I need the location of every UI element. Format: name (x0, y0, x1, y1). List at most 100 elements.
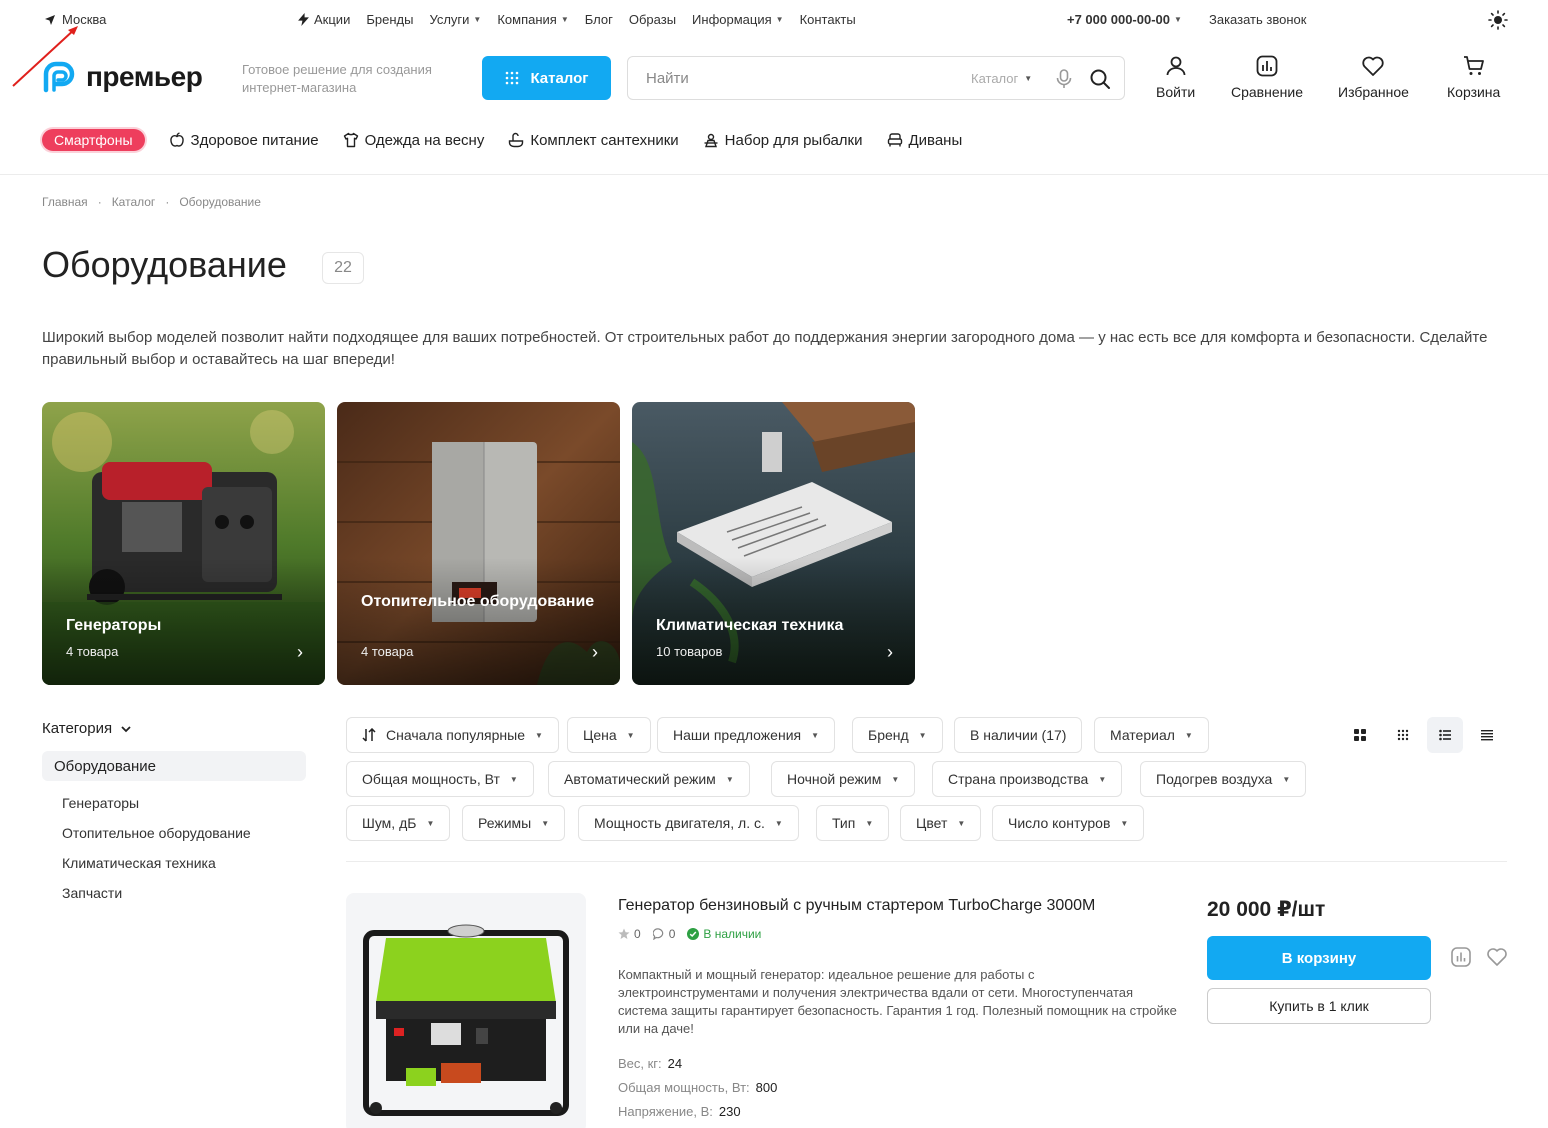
logo-text: премьер (86, 61, 203, 92)
heart-icon[interactable] (1486, 946, 1508, 968)
search-scope-label: Каталог (971, 71, 1019, 86)
logo[interactable]: премьер (42, 60, 203, 94)
view-compact-button[interactable] (1469, 717, 1505, 753)
sort-select[interactable]: Сначала популярные ▼ (346, 717, 559, 753)
nav-company[interactable]: Компания ▼ (497, 12, 568, 27)
microphone-icon[interactable] (1054, 68, 1074, 90)
filter-in-stock[interactable]: В наличии (17) (954, 717, 1083, 753)
star-icon (618, 928, 630, 939)
sidebar-category-toggle[interactable]: Категория (42, 720, 132, 737)
sidebar-item-equipment[interactable]: Оборудование (42, 751, 306, 781)
filter-label: Тип (832, 815, 856, 831)
caret-down-icon: ▼ (1024, 74, 1033, 83)
breadcrumb-catalog[interactable]: Каталог (112, 195, 156, 209)
chip-spring-clothes[interactable]: Одежда на весну (343, 132, 484, 149)
filter-offers[interactable]: Наши предложения ▼ (657, 717, 836, 753)
compare-chart-icon[interactable] (1450, 946, 1472, 968)
search-icon[interactable] (1089, 68, 1111, 90)
product-rating[interactable]: 0 (618, 927, 641, 941)
login-button[interactable]: Войти (1156, 54, 1195, 100)
filter-label: Число контуров (1008, 815, 1111, 831)
callback-link[interactable]: Заказать звонок (1209, 12, 1306, 27)
filter-circuits[interactable]: Число контуров ▼ (992, 805, 1145, 841)
chip-fishing[interactable]: Набор для рыбалки (703, 132, 863, 149)
chip-smartphones[interactable]: Смартфоны (42, 129, 145, 151)
filter-type[interactable]: Тип ▼ (816, 805, 890, 841)
filter-price[interactable]: Цена ▼ (567, 717, 651, 753)
spec-label: Напряжение, В: (618, 1104, 713, 1119)
filter-color[interactable]: Цвет ▼ (900, 805, 982, 841)
nav-looks[interactable]: Образы (629, 12, 676, 27)
filter-engine-power[interactable]: Мощность двигателя, л. с. ▼ (578, 805, 799, 841)
product-reviews[interactable]: 0 (652, 927, 675, 941)
filter-auto-mode[interactable]: Автоматический режим ▼ (548, 761, 750, 797)
phone-number[interactable]: +7 000 000-00-00 ▼ (1067, 12, 1182, 27)
breadcrumb-current: Оборудование (179, 195, 261, 209)
caret-down-icon: ▼ (509, 774, 518, 784)
category-card-generators[interactable]: Генераторы 4 товара › (42, 402, 325, 685)
catalog-button[interactable]: Каталог (482, 56, 611, 100)
tshirt-icon (343, 132, 358, 148)
filter-noise[interactable]: Шум, дБ ▼ (346, 805, 451, 841)
search-input[interactable]: Найти (646, 70, 689, 87)
search-scope-select[interactable]: Каталог ▼ (971, 71, 1032, 86)
add-to-cart-button[interactable]: В корзину (1207, 936, 1431, 980)
login-label: Войти (1156, 84, 1196, 100)
chip-healthy-food[interactable]: Здоровое питание (169, 132, 319, 149)
sidebar-item-heating[interactable]: Отопительное оборудование (62, 825, 251, 841)
nav-contacts[interactable]: Контакты (800, 12, 856, 27)
nav-promo[interactable]: Акции (297, 12, 350, 27)
filter-total-power[interactable]: Общая мощность, Вт ▼ (346, 761, 534, 797)
product-title[interactable]: Генератор бензиновый с ручным стартером … (618, 897, 1095, 915)
filter-country[interactable]: Страна производства ▼ (932, 761, 1123, 797)
product-price: 20 000 ₽/шт (1207, 898, 1326, 921)
nav-blog[interactable]: Блог (585, 12, 613, 27)
filter-modes[interactable]: Режимы ▼ (462, 805, 566, 841)
product-image[interactable] (346, 893, 586, 1128)
nav-brands[interactable]: Бренды (366, 12, 413, 27)
sidebar-item-parts[interactable]: Запчасти (62, 885, 122, 901)
category-card-climate[interactable]: Климатическая техника 10 товаров › (632, 402, 915, 685)
spec-label: Общая мощность, Вт: (618, 1080, 750, 1095)
nav-promo-label: Акции (314, 12, 351, 27)
category-card-title: Генераторы (66, 617, 162, 634)
sidebar-item-climate[interactable]: Климатическая техника (62, 855, 216, 871)
cart-button[interactable]: Корзина (1447, 54, 1500, 100)
filter-brand[interactable]: Бренд ▼ (852, 717, 943, 753)
view-grid-large-button[interactable] (1342, 717, 1378, 753)
chip-label: Здоровое питание (190, 131, 319, 149)
spec-power: Общая мощность, Вт: 800 (618, 1080, 777, 1095)
search-box[interactable]: Найти Каталог ▼ (627, 56, 1125, 100)
spec-voltage: Напряжение, В: 230 (618, 1104, 741, 1119)
comment-icon (652, 928, 663, 940)
filter-label: Автоматический режим (564, 771, 716, 787)
filter-material[interactable]: Материал ▼ (1094, 717, 1209, 753)
sun-theme-icon[interactable] (1488, 10, 1508, 30)
chip-sofas[interactable]: Диваны (887, 132, 962, 149)
buy-one-click-button[interactable]: Купить в 1 клик (1207, 988, 1431, 1024)
favorites-button[interactable]: Избранное (1338, 54, 1409, 100)
filter-night-mode[interactable]: Ночной режим ▼ (771, 761, 916, 797)
spec-value: 230 (718, 1104, 741, 1119)
product-count-badge: 22 (322, 252, 364, 284)
view-grid-small-button[interactable] (1385, 717, 1421, 753)
filter-label: Цена (583, 727, 617, 743)
nav-services[interactable]: Услуги ▼ (429, 12, 481, 27)
faucet-icon (509, 132, 524, 148)
breadcrumb-home[interactable]: Главная (42, 195, 88, 209)
sofa-icon (887, 133, 902, 147)
grid-dots-icon (506, 71, 519, 85)
spec-value: 800 (755, 1080, 778, 1095)
filter-air-heating[interactable]: Подогрев воздуха ▼ (1140, 761, 1307, 797)
grid-large-icon (1354, 729, 1366, 741)
chip-plumbing[interactable]: Комплект сантехники (508, 132, 679, 149)
nav-info[interactable]: Информация ▼ (692, 12, 784, 27)
chevron-right-icon: › (297, 642, 303, 662)
sidebar-item-generators[interactable]: Генераторы (62, 795, 139, 811)
filter-label: Наши предложения (673, 727, 802, 743)
category-card-heating[interactable]: Отопительное оборудование 4 товара › (337, 402, 620, 685)
compact-list-icon (1481, 730, 1493, 741)
caret-down-icon: ▼ (1098, 774, 1107, 784)
view-list-button[interactable] (1427, 717, 1463, 753)
compare-button[interactable]: Сравнение (1231, 54, 1303, 100)
